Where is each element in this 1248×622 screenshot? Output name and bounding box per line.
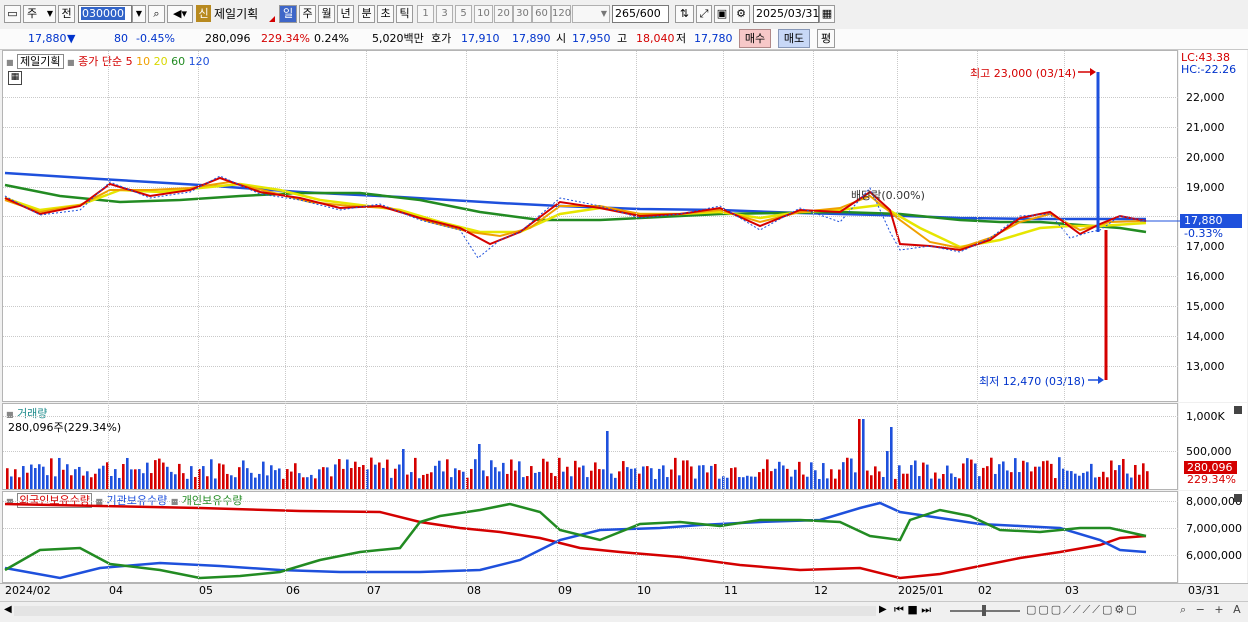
holdings-chart [4,501,1147,580]
y-tick: 1,000K [1186,410,1225,423]
y-tick: 22,000 [1186,91,1225,104]
hc-label: HC:-22.26 [1181,63,1237,76]
current-pct-tag: -0.33% [1184,227,1223,240]
grid-line [108,51,109,582]
y-tick: 16,000 [1186,270,1225,283]
zoom-tools[interactable]: ⌕ − + A [1180,603,1244,617]
y-tick: 500,000 [1186,445,1232,458]
grid-line [466,51,467,582]
x-tick: 08 [467,584,481,597]
y-tick: 13,000 [1186,360,1225,373]
x-tick: 04 [109,584,123,597]
y-tick: 14,000 [1186,330,1225,343]
grid-line [897,51,898,582]
x-tick-last: 03/31 [1188,584,1220,597]
y-tick: 17,000 [1186,240,1225,253]
y-tick: 7,000,000 [1186,522,1242,535]
close-icon[interactable] [1234,406,1242,414]
x-tick: 07 [367,584,381,597]
grid-line [366,51,367,582]
x-tick: 2024/02 [5,584,51,597]
x-tick: 09 [558,584,572,597]
y-tick: 15,000 [1186,300,1225,313]
x-tick: 02 [978,584,992,597]
grid-line [813,51,814,582]
foreign-line [4,502,1147,580]
x-tick: 05 [199,584,213,597]
y-tick: 21,000 [1186,121,1225,134]
y-tick: 19,000 [1186,181,1225,194]
scroll-left-icon[interactable]: ◀ [4,604,12,615]
x-tick: 10 [637,584,651,597]
close-icon[interactable] [1234,494,1242,502]
x-axis [0,583,1248,602]
grid-line [285,51,286,582]
x-tick: 11 [724,584,738,597]
x-tick: 2025/01 [898,584,944,597]
scroll-right-icon[interactable]: ▶ [879,604,887,615]
current-price-tag: 17,880 [1180,214,1242,228]
x-tick: 06 [286,584,300,597]
x-tick: 03 [1065,584,1079,597]
grid-line [636,51,637,582]
grid-line [1064,51,1065,582]
y-tick: 6,000,000 [1186,549,1242,562]
scrollbar-track[interactable] [14,606,876,616]
zoom-slider-handle[interactable] [982,605,986,616]
playback-controls[interactable]: ⏮ ■ ⏭ [894,603,931,617]
grid-line [557,51,558,582]
grid-line [723,51,724,582]
y-tick: 20,000 [1186,151,1225,164]
drawing-tools[interactable]: ▢▢▢⟋⟋⟋⟋▢⚙▢ [1026,603,1139,617]
x-tick: 12 [814,584,828,597]
volume-current-pct: 229.34% [1187,473,1236,486]
grid-line [977,51,978,582]
grid-line [198,51,199,582]
